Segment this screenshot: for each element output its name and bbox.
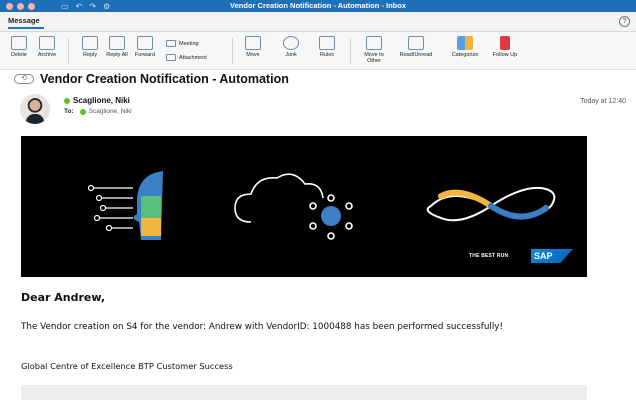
cloud-network-icon	[234, 173, 353, 240]
reply-label: Reply	[82, 52, 98, 58]
window-title: Vendor Creation Notification - Automatio…	[230, 1, 406, 10]
reply-all-icon	[109, 36, 125, 50]
follow-up-label: Follow Up	[492, 52, 518, 58]
rules-icon	[319, 36, 335, 50]
ai-head-icon	[87, 171, 163, 240]
toolbar-divider	[350, 38, 351, 64]
email-body-paragraph: The Vendor creation on S4 for the vendor…	[21, 322, 504, 332]
email-signature: Global Centre of Excellence BTP Customer…	[21, 361, 233, 371]
move-label: Move	[246, 52, 260, 58]
read-unread-label: Read/Unread	[399, 52, 433, 58]
message-subject: Vendor Creation Notification - Automatio…	[40, 72, 289, 86]
email-greeting: Dear Andrew,	[21, 291, 106, 304]
move-to-other-button[interactable]: Move to Other	[357, 36, 391, 64]
envelope-open-icon	[408, 36, 424, 50]
attachment-label: Attachment	[179, 54, 207, 61]
help-button[interactable]: ?	[619, 16, 630, 27]
timestamp: Today at 12:40	[580, 98, 626, 105]
junk-label: Junk	[285, 52, 297, 58]
meeting-button[interactable]: Meeting	[166, 40, 199, 47]
read-unread-button[interactable]: Read/Unread	[396, 36, 436, 58]
junk-button[interactable]: Junk	[274, 36, 308, 58]
avatar	[20, 94, 50, 124]
sap-tagline: THE BEST RUN	[469, 253, 509, 259]
message-header: ⟲ Vendor Creation Notification - Automat…	[0, 70, 636, 130]
follow-up-button[interactable]: Follow Up	[488, 36, 522, 58]
toolbar-divider	[68, 38, 69, 64]
recipient-row: To: Scaglione, Niki	[64, 108, 132, 115]
move-button[interactable]: Move	[236, 36, 270, 58]
toolbar-divider	[232, 38, 233, 64]
meeting-label: Meeting	[179, 40, 199, 47]
categorize-icon	[457, 36, 473, 50]
sap-banner-image: THE BEST RUN SAP	[21, 136, 587, 277]
reply-all-label: Reply All	[106, 52, 128, 58]
junk-icon	[283, 36, 299, 50]
ribbon-tabs: Message ?	[0, 12, 636, 32]
sender-text: Scaglione, Niki	[73, 96, 130, 105]
reply-icon	[82, 36, 98, 50]
attachment-button[interactable]: Attachment	[166, 54, 207, 61]
calendar-icon	[166, 40, 176, 47]
move-folder-icon	[245, 36, 261, 50]
move-to-other-icon	[366, 36, 382, 50]
conversation-icon[interactable]: ⟲	[14, 74, 34, 84]
categorize-button[interactable]: Categorize	[445, 36, 485, 58]
delete-label: Delete	[11, 52, 27, 58]
title-bar: ▭ ↶ ↷ ⚙ Vendor Creation Notification - A…	[0, 0, 636, 12]
archive-label: Archive	[37, 52, 57, 58]
trash-icon	[11, 36, 27, 50]
recipient-name[interactable]: Scaglione, Niki	[89, 108, 132, 115]
ribbon-toolbar: Delete Archive Reply Reply All Forward M…	[0, 32, 636, 70]
footer-image-band	[21, 385, 587, 400]
forward-label: Forward	[134, 52, 156, 58]
infinity-loop-icon	[426, 186, 556, 222]
archive-button[interactable]: Archive	[30, 36, 64, 58]
flag-icon	[500, 36, 510, 50]
forward-button[interactable]: Forward	[128, 36, 162, 58]
paperclip-icon	[166, 54, 176, 61]
sender-name[interactable]: Scaglione, Niki	[64, 96, 130, 105]
to-label: To:	[64, 108, 74, 115]
presence-icon	[79, 108, 86, 115]
presence-icon	[64, 97, 70, 104]
active-tab-indicator	[8, 27, 44, 29]
archive-icon	[39, 36, 55, 50]
rules-label: Rules	[319, 52, 335, 58]
tab-message[interactable]: Message	[8, 16, 40, 25]
categorize-label: Categorize	[451, 52, 479, 58]
rules-button[interactable]: Rules	[310, 36, 344, 58]
forward-icon	[137, 36, 153, 50]
move-to-other-label: Move to Other	[364, 52, 384, 64]
